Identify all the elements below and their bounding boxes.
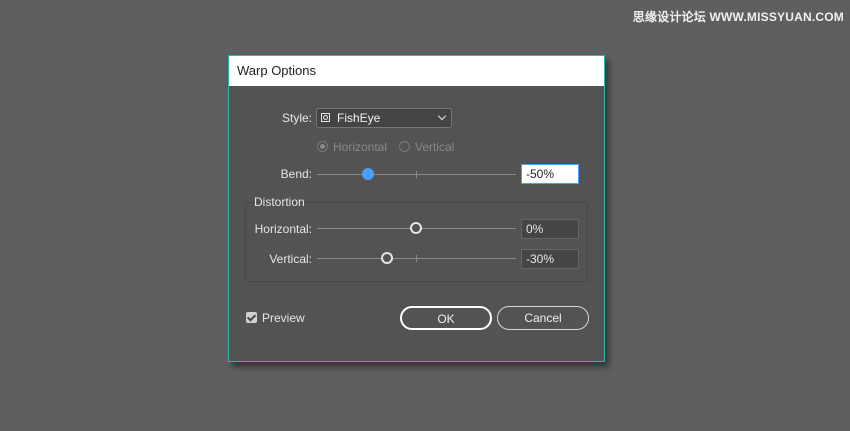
ok-button[interactable]: OK <box>400 306 492 330</box>
bend-input[interactable]: -50% <box>521 164 579 184</box>
distortion-vertical-center-tick <box>416 255 417 262</box>
distortion-horizontal-label: Horizontal: <box>254 222 312 236</box>
vertical-radio-label: Vertical <box>415 140 455 154</box>
style-dropdown[interactable]: FishEye <box>316 108 452 128</box>
distortion-vertical-label: Vertical: <box>269 252 312 266</box>
style-label: Style: <box>281 111 312 125</box>
cancel-button[interactable]: Cancel <box>497 306 589 330</box>
preview-label: Preview <box>262 311 305 325</box>
distortion-vertical-thumb[interactable] <box>381 252 393 264</box>
distortion-horizontal-thumb[interactable] <box>410 222 422 234</box>
horizontal-radio[interactable] <box>317 141 328 152</box>
warp-options-dialog: Warp Options Style: FishEye Horizontal V… <box>228 55 605 362</box>
distortion-group-title: Distortion <box>254 195 305 209</box>
dialog-title: Warp Options <box>229 56 604 86</box>
horizontal-radio-label: Horizontal <box>333 140 388 154</box>
preview-checkbox[interactable] <box>246 312 257 323</box>
distortion-vertical-input[interactable]: -30% <box>521 249 579 269</box>
warp-style-icon <box>321 113 330 122</box>
chevron-down-icon <box>437 111 447 121</box>
bend-label: Bend: <box>280 167 312 181</box>
distortion-horizontal-input[interactable]: 0% <box>521 219 579 239</box>
distortion-group <box>245 202 588 282</box>
bend-slider-center-tick <box>416 171 417 178</box>
style-value: FishEye <box>337 111 381 125</box>
bend-slider-thumb[interactable] <box>362 168 374 180</box>
watermark: 思缘设计论坛 WWW.MISSYUAN.COM <box>632 10 844 24</box>
vertical-radio[interactable] <box>399 141 410 152</box>
